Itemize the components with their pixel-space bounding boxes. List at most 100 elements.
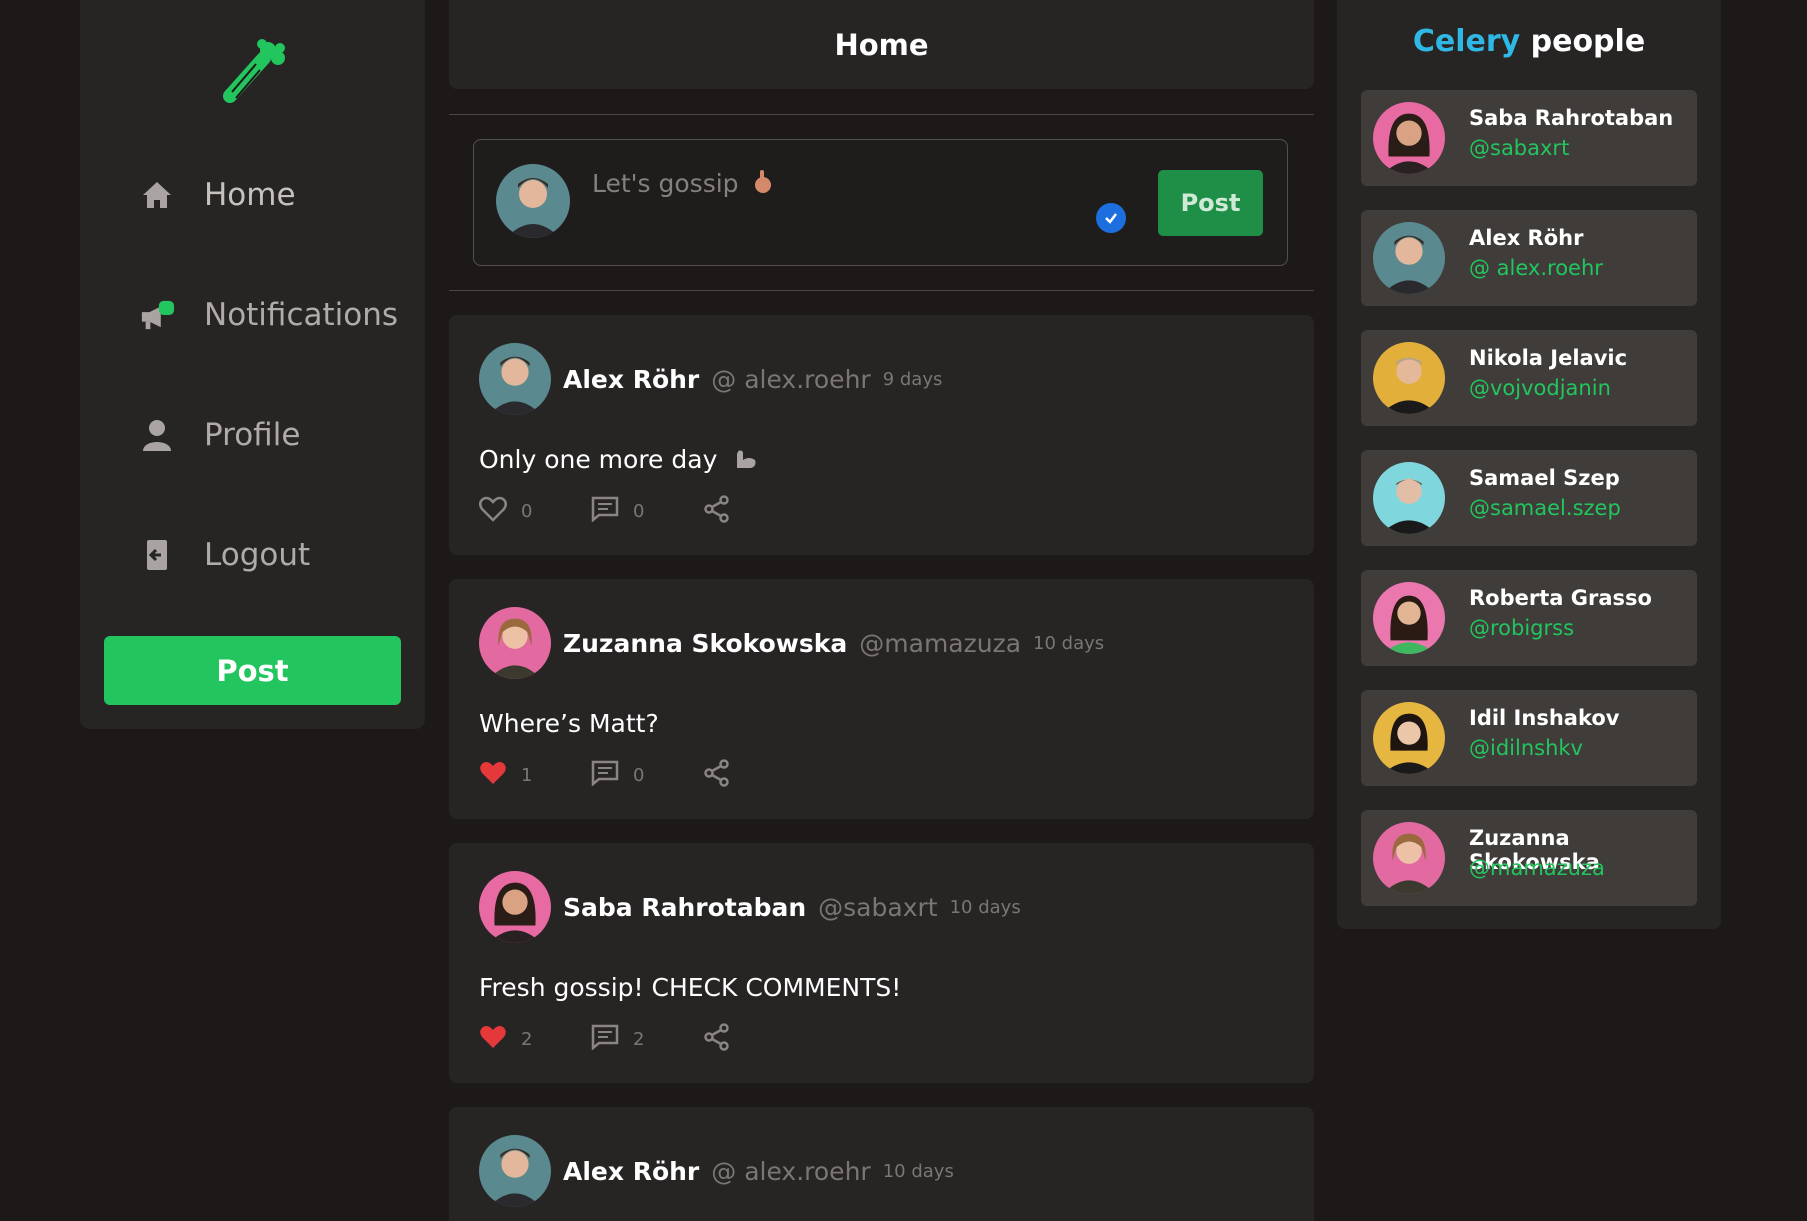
comment-count: 0 <box>633 500 645 522</box>
heart-filled-icon <box>479 1024 507 1054</box>
avatar <box>479 607 551 679</box>
people-title-suffix: people <box>1530 24 1646 59</box>
post-text: Where’s Matt? <box>479 709 659 738</box>
post-body: Fresh gossip! CHECK COMMENTS! <box>479 973 901 1002</box>
home-icon <box>140 178 174 212</box>
post-card: Alex Röhr @ alex.roehr 9 days Only one m… <box>449 315 1314 555</box>
avatar <box>1373 822 1445 894</box>
comment-button[interactable]: 0 <box>591 496 703 526</box>
post-timestamp: 10 days <box>1033 632 1105 654</box>
divider <box>449 290 1314 291</box>
nav-home[interactable]: Home <box>140 165 420 225</box>
person-card[interactable]: Nikola Jelavic @vojvodjanin <box>1361 330 1697 426</box>
people-panel: Celery people Saba Rahrotaban @sabaxrt A… <box>1337 0 1721 929</box>
post-author-name[interactable]: Saba Rahrotaban <box>563 893 806 922</box>
person-name: Roberta Grasso <box>1469 586 1652 610</box>
like-count: 0 <box>521 500 533 522</box>
avatar <box>1373 342 1445 414</box>
person-card[interactable]: Samael Szep @samael.szep <box>1361 450 1697 546</box>
verified-check-icon[interactable] <box>1096 203 1126 233</box>
like-count: 2 <box>521 1028 533 1050</box>
nav-logout-label: Logout <box>204 537 311 573</box>
nav-profile-label: Profile <box>204 417 301 453</box>
post-card: Saba Rahrotaban @sabaxrt 10 days Fresh g… <box>449 843 1314 1083</box>
person-handle: @samael.szep <box>1469 496 1621 520</box>
like-button[interactable]: 2 <box>479 1024 591 1054</box>
person-handle: @ alex.roehr <box>1469 256 1603 280</box>
page-title: Home <box>834 27 929 62</box>
celery-logo-icon[interactable] <box>220 36 292 108</box>
nav-home-label: Home <box>204 177 296 213</box>
avatar <box>479 1135 551 1207</box>
avatar <box>496 164 570 238</box>
person-handle: @idilnshkv <box>1469 736 1583 760</box>
avatar <box>1373 222 1445 294</box>
heart-outline-icon <box>479 496 507 526</box>
post-timestamp: 9 days <box>882 368 943 390</box>
post-card: Alex Röhr @ alex.roehr 10 days <box>449 1107 1314 1221</box>
logout-icon <box>140 538 174 572</box>
share-button[interactable] <box>703 759 731 791</box>
person-card[interactable]: Idil Inshakov @idilnshkv <box>1361 690 1697 786</box>
post-text: Fresh gossip! CHECK COMMENTS! <box>479 973 902 1002</box>
person-name: Saba Rahrotaban <box>1469 106 1674 130</box>
post-author-name[interactable]: Alex Röhr <box>563 365 699 394</box>
heart-filled-icon <box>479 760 507 790</box>
avatar <box>1373 582 1445 654</box>
like-button[interactable]: 0 <box>479 496 591 526</box>
muscle-emoji-icon <box>733 446 759 476</box>
sidebar-post-button[interactable]: Post <box>104 636 401 705</box>
share-button[interactable] <box>703 495 731 527</box>
person-name: Idil Inshakov <box>1469 706 1620 730</box>
person-name: Nikola Jelavic <box>1469 346 1628 370</box>
person-card[interactable]: Saba Rahrotaban @sabaxrt <box>1361 90 1697 186</box>
nav-profile[interactable]: Profile <box>140 405 420 465</box>
avatar <box>1373 102 1445 174</box>
post-card: Zuzanna Skokowska @mamazuza 10 days Wher… <box>449 579 1314 819</box>
person-handle: @robigrss <box>1469 616 1575 640</box>
people-panel-title: Celery people <box>1337 24 1721 59</box>
person-card[interactable]: Roberta Grasso @robigrss <box>1361 570 1697 666</box>
divider <box>449 114 1314 115</box>
post-body: Where’s Matt? <box>479 709 659 738</box>
notifications-icon <box>140 298 174 332</box>
comment-count: 0 <box>633 764 645 786</box>
profile-icon <box>140 418 174 452</box>
nav-logout[interactable]: Logout <box>140 525 420 585</box>
post-author-handle[interactable]: @ alex.roehr <box>711 365 870 394</box>
left-sidebar: Home Notifications Profile Logout Post <box>80 0 425 729</box>
comment-button[interactable]: 2 <box>591 1024 703 1054</box>
avatar <box>479 871 551 943</box>
share-button[interactable] <box>703 1023 731 1055</box>
person-handle: @sabaxrt <box>1469 136 1570 160</box>
avatar <box>1373 462 1445 534</box>
nav-notifications-label: Notifications <box>204 297 399 333</box>
pinch-hand-icon <box>753 168 773 198</box>
like-count: 1 <box>521 764 533 786</box>
nav-notifications[interactable]: Notifications <box>140 285 420 345</box>
post-author-handle[interactable]: @ alex.roehr <box>711 1157 870 1186</box>
share-icon <box>703 1023 731 1055</box>
avatar <box>479 343 551 415</box>
comment-icon <box>591 1024 619 1054</box>
avatar <box>1373 702 1445 774</box>
gossip-input-placeholder: Let's gossip <box>592 168 739 198</box>
post-author-name[interactable]: Alex Röhr <box>563 1157 699 1186</box>
composer-post-button[interactable]: Post <box>1158 170 1263 236</box>
post-timestamp: 10 days <box>882 1160 954 1182</box>
gossip-input[interactable]: Let's gossip <box>592 168 773 198</box>
like-button[interactable]: 1 <box>479 760 591 790</box>
page-header: Home <box>449 0 1314 89</box>
post-timestamp: 10 days <box>949 896 1021 918</box>
share-icon <box>703 495 731 527</box>
person-card[interactable]: Alex Röhr @ alex.roehr <box>1361 210 1697 306</box>
person-name: Samael Szep <box>1469 466 1620 490</box>
post-author-handle[interactable]: @sabaxrt <box>818 893 937 922</box>
comment-icon <box>591 760 619 790</box>
post-composer: Let's gossip Post <box>473 139 1288 266</box>
comment-icon <box>591 496 619 526</box>
person-card[interactable]: Zuzanna Skokowska @mamazuza <box>1361 810 1697 906</box>
comment-button[interactable]: 0 <box>591 760 703 790</box>
post-author-handle[interactable]: @mamazuza <box>859 629 1021 658</box>
post-author-name[interactable]: Zuzanna Skokowska <box>563 629 847 658</box>
